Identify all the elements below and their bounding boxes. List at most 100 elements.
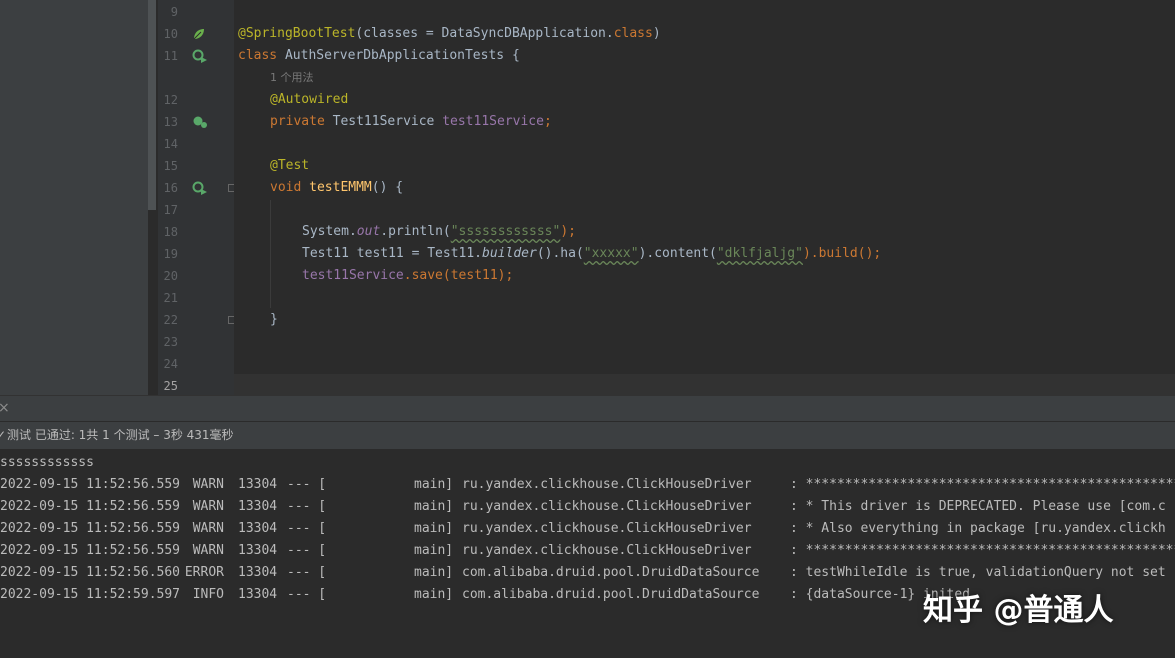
log-msg: : **************************************…: [790, 543, 1175, 558]
code-line-10: @SpringBootTest(classes = DataSyncDBAppl…: [238, 23, 661, 45]
log-logger: ru.yandex.clickhouse.ClickHouseDriver: [462, 543, 752, 558]
log-pid: 13304: [238, 521, 278, 536]
line-number: 14: [163, 137, 178, 151]
line-number: 23: [163, 335, 178, 349]
log-time: 2022-09-15 11:52:59.597: [0, 587, 181, 602]
line-number: 15: [163, 159, 178, 173]
run-test-icon[interactable]: [192, 181, 207, 195]
test-status-bar: ✓ 测试 已通过: 1共 1 个测试 – 3秒 431毫秒: [0, 421, 1175, 449]
line-number: 20: [163, 269, 178, 283]
line-number: 24: [163, 357, 178, 371]
log-pid: 13304: [238, 499, 278, 514]
log-pid: 13304: [238, 477, 278, 492]
code-line-16: void testEMMM() {: [270, 177, 403, 199]
project-panel-scrollbar[interactable]: [148, 0, 156, 210]
log-msg: : * This driver is DEPRECATED. Please us…: [790, 499, 1166, 514]
run-tests-icon[interactable]: [192, 49, 207, 63]
project-panel-edge: [0, 0, 148, 395]
string-token: "dklfjaljg": [716, 246, 803, 261]
code-token: ;: [543, 114, 552, 129]
code-line-11: class AuthServerDbApplicationTests {: [238, 45, 520, 67]
watermark: 知乎 @普通人: [923, 593, 1114, 628]
line-number: 21: [163, 291, 178, 305]
code-token: (classes = DataSyncDBApplication.: [355, 26, 614, 41]
log-time: 2022-09-15 11:52:56.560: [0, 565, 181, 580]
code-line-12: @Autowired: [270, 92, 349, 107]
code-token: .save(test11);: [403, 268, 514, 283]
log-row: 2022-09-15 11:52:56.559 WARN 13304 --- [ mai…: [0, 518, 1175, 540]
log-thread: main]: [414, 521, 454, 536]
log-logger: ru.yandex.clickhouse.ClickHouseDriver: [462, 521, 752, 536]
code-token: Test11Service: [324, 114, 443, 129]
test-status-text: 测试 已通过: 1共 1 个测试 – 3秒 431毫秒: [7, 428, 234, 442]
code-line-20: test11Service.save(test11);: [302, 265, 513, 287]
editor-gutter: 9 10 11 12 13 14 15 16 17 18 19 20 21 22…: [158, 0, 236, 395]
log-logger: ru.yandex.clickhouse.ClickHouseDriver: [462, 477, 752, 492]
keyword-token: private: [270, 114, 325, 129]
log-row: 2022-09-15 11:52:56.559 WARN 13304 --- [ mai…: [0, 474, 1175, 496]
log-thread: main]: [414, 565, 454, 580]
check-icon: ✓: [0, 428, 7, 442]
log-msg: : * Also everything in package [ru.yande…: [790, 521, 1166, 536]
indent-guide: [270, 200, 271, 308]
keyword-token: void: [270, 180, 302, 195]
log-thread: main]: [414, 587, 454, 602]
code-line-13: private Test11Service test11Service;: [270, 111, 552, 133]
log-level: WARN: [192, 477, 224, 492]
spring-bean-icon[interactable]: [192, 27, 206, 41]
log-pid: 13304: [238, 543, 278, 558]
log-row: 2022-09-15 11:52:56.560 ERROR 13304 --- [ma…: [0, 562, 1175, 584]
log-level: WARN: [192, 521, 224, 536]
close-icon[interactable]: ×: [0, 400, 10, 416]
log-sep: --- [: [287, 499, 327, 514]
line-number: 22: [163, 313, 178, 327]
log-row: 2022-09-15 11:52:56.559 WARN 13304 --- [ mai…: [0, 540, 1175, 562]
line-number: 10: [163, 27, 178, 41]
log-sep: --- [: [287, 477, 327, 492]
code-token: System.: [302, 224, 357, 239]
string-token: "ssssssssssss": [450, 224, 561, 239]
log-thread: main]: [414, 499, 454, 514]
code-token: .println(: [380, 224, 451, 239]
field-token: test11Service: [302, 268, 404, 283]
line-number: 18: [163, 225, 178, 239]
code-token: ).build();: [802, 246, 882, 261]
usage-hint[interactable]: 1 个用法: [270, 67, 314, 89]
code-line-18: System.out.println("ssssssssssss");: [302, 221, 576, 243]
code-token: ().ha(: [536, 246, 584, 261]
run-panel-header: ×: [0, 395, 1175, 422]
log-time: 2022-09-15 11:52:56.559: [0, 499, 181, 514]
log-msg: : testWhileIdle is true, validationQuery…: [790, 565, 1166, 580]
code-line-19: Test11 test11 = Test11.builder().ha("xxx…: [302, 243, 881, 265]
log-thread: main]: [414, 543, 454, 558]
code-line-22: }: [270, 312, 278, 327]
string-token: "xxxxx": [583, 246, 639, 261]
log-time: 2022-09-15 11:52:56.559: [0, 521, 181, 536]
line-number: 19: [163, 247, 178, 261]
log-time: 2022-09-15 11:52:56.559: [0, 477, 181, 492]
keyword-token: class: [613, 26, 653, 41]
line-number: 16: [163, 181, 178, 195]
log-time: 2022-09-15 11:52:56.559: [0, 543, 181, 558]
static-field-token: out: [356, 224, 381, 239]
log-row: 2022-09-15 11:52:56.559 WARN 13304 --- [ mai…: [0, 496, 1175, 518]
line-number: 13: [163, 115, 178, 129]
log-level: WARN: [192, 543, 224, 558]
log-pid: 13304: [238, 587, 278, 602]
line-number: 12: [163, 93, 178, 107]
autowired-bean-icon[interactable]: [192, 115, 207, 129]
line-number-current: 25: [163, 379, 178, 393]
field-token: test11Service: [442, 114, 544, 129]
code-token: () {: [371, 180, 404, 195]
console-line: ssssssssssss: [0, 455, 94, 470]
log-sep: --- [: [287, 543, 327, 558]
log-level: WARN: [192, 499, 224, 514]
log-thread: main]: [414, 477, 454, 492]
log-logger: com.alibaba.druid.pool.DruidDataSource: [462, 565, 760, 580]
log-sep: --- [: [287, 521, 327, 536]
log-level: ERROR: [184, 565, 224, 580]
code-editor[interactable]: @SpringBootTest(classes = DataSyncDBAppl…: [234, 0, 1175, 395]
log-level: INFO: [192, 587, 224, 602]
code-token: Test11 test11 = Test11.: [302, 246, 483, 261]
log-sep: --- [: [287, 565, 327, 580]
